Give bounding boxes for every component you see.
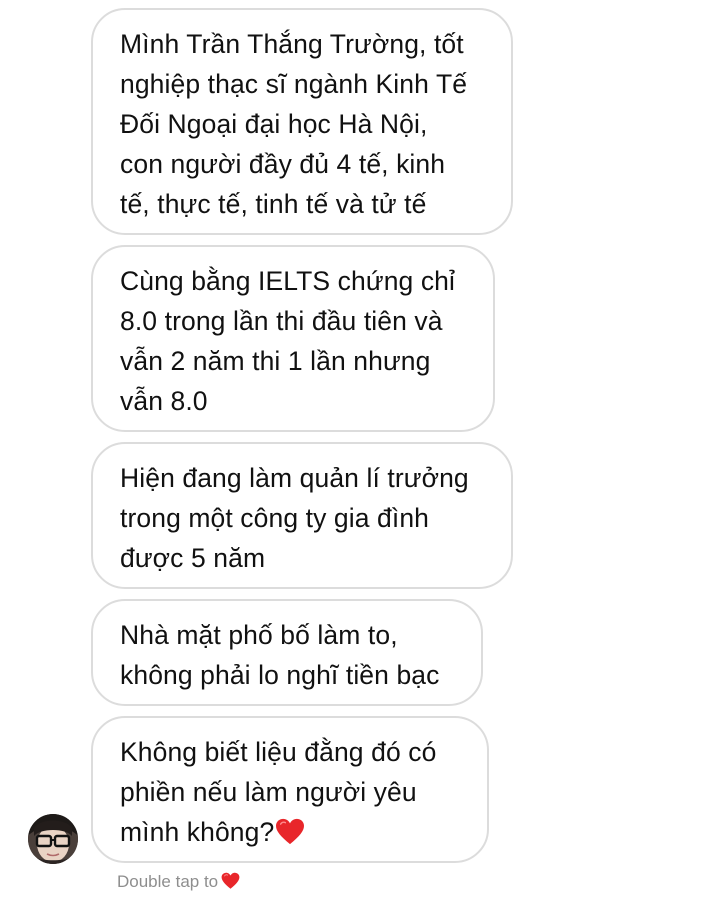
- message-line: Nhà mặt phố bố làm to,: [120, 620, 398, 650]
- message-line: Đối Ngoại đại học Hà Nội,: [120, 109, 428, 139]
- message-line: nghiệp thạc sĩ ngành Kinh Tế: [120, 69, 468, 99]
- red-heart-icon: [276, 818, 305, 845]
- message-line: Mình Trần Thắng Trường, tốt: [120, 29, 464, 59]
- avatar-image: [28, 814, 78, 864]
- message-line: phiền nếu làm người yêu: [120, 777, 417, 807]
- message-line: Cùng bằng IELTS chứng chỉ: [120, 266, 456, 296]
- message-line: được 5 năm: [120, 543, 266, 573]
- message-bubble[interactable]: Không biết liệu đằng đó có phiền nếu làm…: [91, 716, 489, 863]
- message-line: không phải lo nghĩ tiền bạc: [120, 660, 440, 690]
- red-heart-icon: [221, 872, 240, 889]
- message-line: con người đầy đủ 4 tế, kinh: [120, 149, 446, 179]
- message-bubble[interactable]: Cùng bằng IELTS chứng chỉ 8.0 trong lần …: [91, 245, 495, 432]
- message-line: trong một công ty gia đình: [120, 503, 430, 533]
- message-bubble[interactable]: Nhà mặt phố bố làm to, không phải lo ngh…: [91, 599, 483, 706]
- message-line: vẫn 8.0: [120, 386, 208, 416]
- message-line: Không biết liệu đằng đó có: [120, 737, 437, 767]
- message-line: mình không?: [120, 817, 275, 847]
- message-line-with-emoji: mình không?: [120, 812, 461, 852]
- double-tap-hint: Double tap to: [117, 871, 240, 893]
- message-line: vẫn 2 năm thi 1 lần nhưng: [120, 346, 431, 376]
- message-line: Hiện đang làm quản lí trưởng: [120, 463, 469, 493]
- message-bubble[interactable]: Hiện đang làm quản lí trưởng trong một c…: [91, 442, 513, 589]
- message-thread: Mình Trần Thắng Trường, tốt nghiệp thạc …: [0, 0, 720, 900]
- message-line: tế, thực tế, tinh tế và tử tế: [120, 189, 427, 219]
- sender-avatar[interactable]: [28, 814, 78, 864]
- message-line: 8.0 trong lần thi đầu tiên và: [120, 306, 443, 336]
- double-tap-hint-text: Double tap to: [117, 872, 219, 891]
- message-bubble[interactable]: Mình Trần Thắng Trường, tốt nghiệp thạc …: [91, 8, 513, 235]
